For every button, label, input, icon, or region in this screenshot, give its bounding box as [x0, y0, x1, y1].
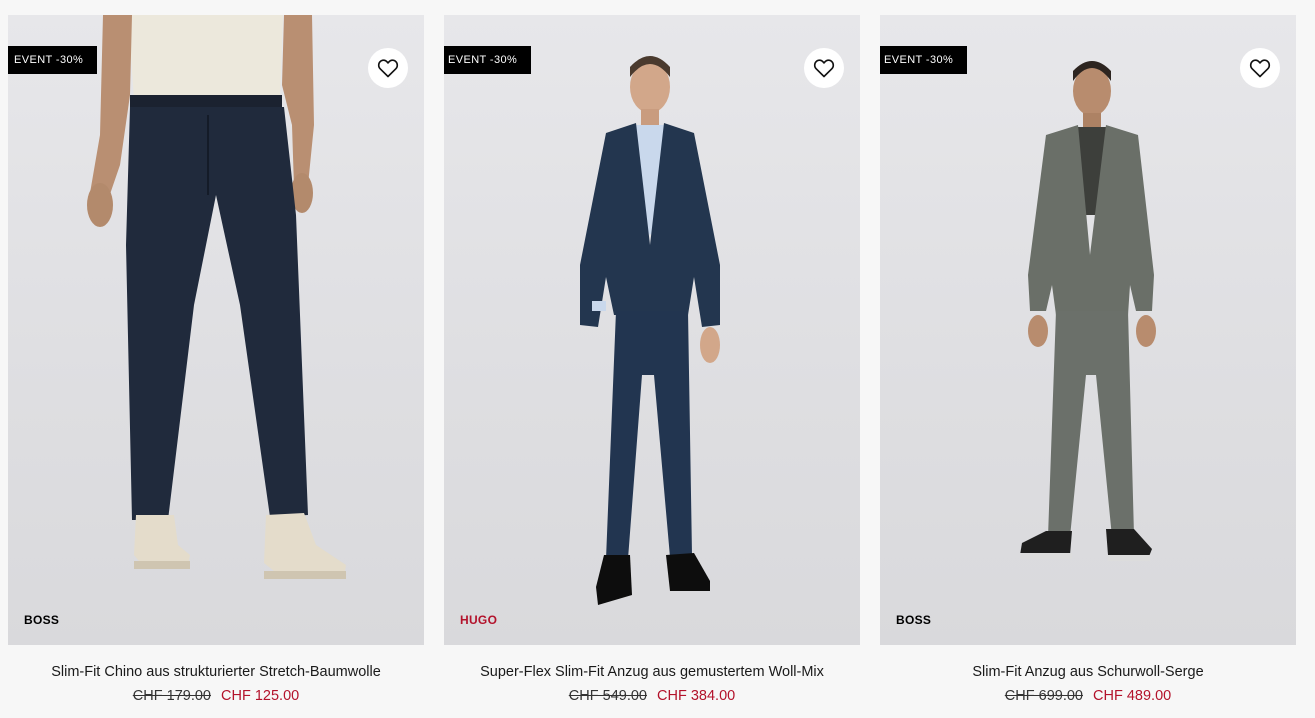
- product-card[interactable]: EVENT -30% HUGO Super-Flex Slim-Fit Anzu…: [444, 0, 860, 718]
- heart-outline-icon: [377, 59, 399, 78]
- wishlist-button[interactable]: [1240, 48, 1280, 88]
- original-price: CHF 179.00: [132, 688, 211, 704]
- product-grid: EVENT -30% BOSS Slim-Fit Chino aus struk…: [0, 0, 1315, 718]
- event-badge: EVENT -30%: [880, 46, 968, 74]
- product-card[interactable]: EVENT -30% BOSS Slim-Fit Anzug aus Schur…: [880, 0, 1296, 718]
- product-title[interactable]: Super-Flex Slim-Fit Anzug aus gemusterte…: [444, 664, 860, 680]
- product-image[interactable]: EVENT -30% HUGO: [444, 15, 860, 645]
- event-badge: EVENT -30%: [444, 46, 532, 74]
- sale-price: CHF 125.00: [221, 688, 300, 704]
- price-block: CHF 179.00 CHF 125.00: [8, 688, 424, 704]
- grey-suit-model-image: [1020, 61, 1156, 561]
- brand-label: BOSS: [24, 613, 60, 627]
- heart-outline-icon: [1249, 59, 1271, 78]
- brand-label: BOSS: [896, 613, 932, 627]
- product-card[interactable]: EVENT -30% BOSS Slim-Fit Chino aus struk…: [8, 0, 424, 718]
- navy-suit-model-image: [580, 56, 720, 605]
- wishlist-button[interactable]: [804, 48, 844, 88]
- sale-price: CHF 489.00: [1093, 688, 1172, 704]
- event-badge: EVENT -30%: [8, 46, 98, 74]
- price-block: CHF 549.00 CHF 384.00: [444, 688, 860, 704]
- wishlist-button[interactable]: [368, 48, 408, 88]
- product-title[interactable]: Slim-Fit Chino aus strukturierter Stretc…: [8, 664, 424, 680]
- heart-outline-icon: [813, 59, 835, 78]
- product-image[interactable]: EVENT -30% BOSS: [8, 15, 424, 645]
- original-price: CHF 699.00: [1004, 688, 1083, 704]
- chino-model-image: [87, 15, 346, 579]
- price-block: CHF 699.00 CHF 489.00: [880, 688, 1296, 704]
- product-title[interactable]: Slim-Fit Anzug aus Schurwoll-Serge: [880, 664, 1296, 680]
- product-image[interactable]: EVENT -30% BOSS: [880, 15, 1296, 645]
- original-price: CHF 549.00: [568, 688, 647, 704]
- brand-label: HUGO: [460, 613, 498, 627]
- sale-price: CHF 384.00: [657, 688, 736, 704]
